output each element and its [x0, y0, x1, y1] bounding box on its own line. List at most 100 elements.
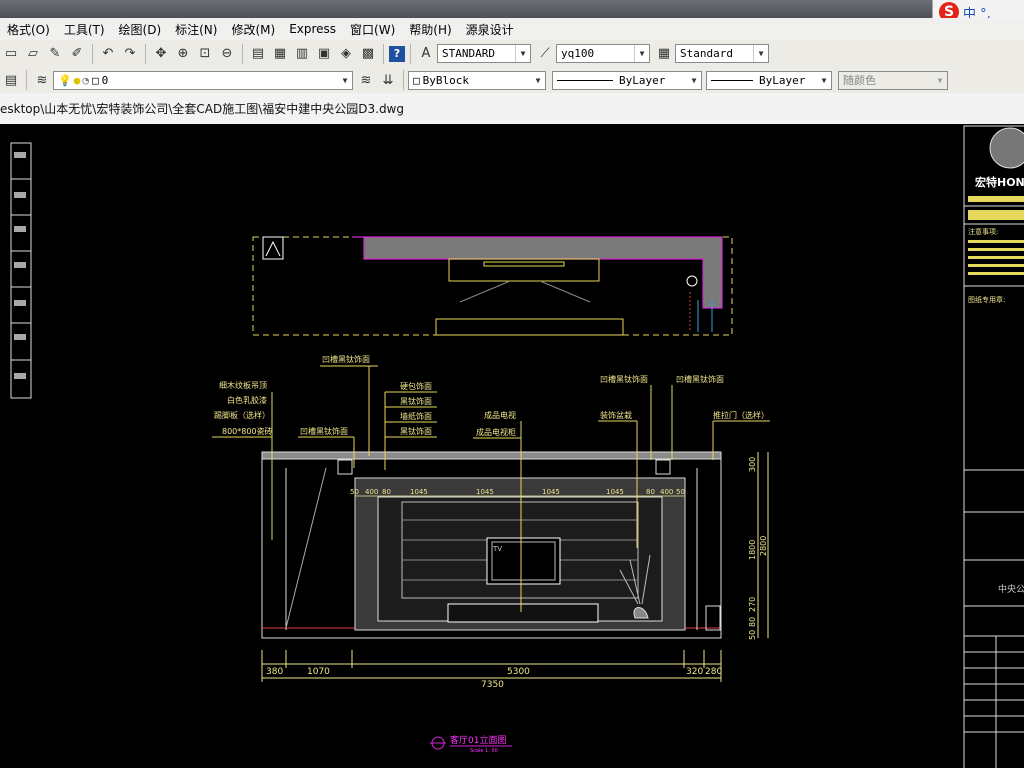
toolbar-separator [26, 70, 27, 90]
open-file-icon[interactable]: ▱ [23, 44, 43, 64]
color-value: ByBlock [422, 73, 469, 87]
properties-icon[interactable]: ▤ [248, 44, 268, 64]
make-current-icon[interactable]: ≋ [356, 70, 376, 90]
standard-toolbar: ▭ ▱ ✎ ✐ ↶ ↷ ✥ ⊕ ⊡ ⊖ ▤ ▦ ▥ ▣ ◈ ▩ ? A STAN… [0, 40, 1024, 68]
menu-yuanquan[interactable]: 源泉设计 [459, 21, 521, 38]
calculator-icon[interactable]: ▩ [358, 44, 378, 64]
title-block: 宏特HON 注意事项: 图纸专用章: 中央公 [963, 125, 1024, 768]
callout-top-center: 凹槽黑钛饰面 [322, 354, 370, 364]
text-style-select[interactable]: STANDARD ▼ [437, 44, 531, 63]
chevron-down-icon: ▼ [821, 75, 827, 85]
chevron-down-icon: ▼ [937, 75, 943, 85]
undo-icon[interactable]: ↶ [98, 44, 118, 64]
callout-decor: 装饰盆栽 [600, 410, 632, 420]
callout-latex: 白色乳胶漆 [227, 395, 267, 405]
layer-previous-icon[interactable]: ⇊ [378, 70, 398, 90]
table-style-select[interactable]: Standard ▼ [675, 44, 769, 63]
drawing-canvas[interactable]: TV 凹槽黑钛饰面 细木纹板吊顶 白色乳胶漆 踢脚板（选样） 800*800瓷砖… [0, 124, 1024, 768]
total-dim: 7350 [481, 680, 504, 690]
zoom-previous-icon[interactable]: ⊖ [217, 44, 237, 64]
inner-dim: 1045 [476, 488, 494, 496]
new-file-icon[interactable]: ▭ [1, 44, 21, 64]
redo-icon[interactable]: ↷ [120, 44, 140, 64]
bottom-dim: 280 [705, 667, 722, 677]
toolbar-separator [92, 43, 93, 64]
toolbar-separator [410, 43, 411, 64]
title-block-brand: 宏特HON [975, 175, 1024, 189]
inner-dim: 50 [350, 488, 359, 496]
right-dim: 50 [748, 630, 757, 640]
menu-format[interactable]: 格式(O) [0, 21, 57, 38]
tool-palette-icon[interactable]: ▥ [292, 44, 312, 64]
plot-style-value: 随颜色 [843, 74, 876, 87]
title-block-drawing-header: 图纸专用章: [968, 295, 1005, 304]
sheet-set-icon[interactable]: ▣ [314, 44, 334, 64]
text-style-icon[interactable]: A [416, 44, 436, 64]
color-swatch-icon: □ [413, 73, 420, 87]
drawing-scale: Scale 1: 50 [470, 748, 498, 754]
callout-groove-left: 凹槽黑钛饰面 [300, 426, 348, 436]
right-dim: 2800 [759, 536, 768, 556]
pan-icon[interactable]: ✥ [151, 44, 171, 64]
title-block-notes-header: 注意事项: [968, 227, 998, 236]
layer-name: 0 [101, 73, 109, 87]
inner-dim: 1045 [542, 488, 560, 496]
menu-tools[interactable]: 工具(T) [57, 21, 112, 38]
layer-select[interactable]: 💡 ● ◔ □ 0 ▼ [53, 70, 353, 90]
right-dim: 270 [748, 597, 757, 612]
elevation-view: TV [261, 451, 722, 639]
drawing-title-text: 客厅01立面图 [450, 734, 506, 746]
dim-style-select[interactable]: yq100 ▼ [556, 44, 650, 63]
dim-style-value: yq100 [561, 47, 595, 60]
callout-tile: 800*800瓷砖 [222, 426, 273, 436]
menu-draw[interactable]: 绘图(D) [112, 21, 169, 38]
inner-dim: 400 [660, 488, 673, 496]
drawing-title: 客厅01立面图 Scale 1: 50 [430, 734, 512, 754]
callout-ceiling: 细木纹板吊顶 [219, 380, 267, 390]
menu-help[interactable]: 帮助(H) [402, 21, 458, 38]
callout-labels: 凹槽黑钛饰面 细木纹板吊顶 白色乳胶漆 踢脚板（选样） 800*800瓷砖 凹槽… [214, 354, 769, 437]
callout-black-a: 黑钛饰面 [400, 396, 432, 406]
right-dimensions: 300 1800 2800 270 80 50 [748, 452, 769, 640]
lineweight-select[interactable]: ByLayer ▼ [706, 70, 832, 90]
tool-palette-strip [10, 142, 32, 399]
callout-tv: 成品电视 [484, 410, 516, 420]
zoom-window-icon[interactable]: ⊡ [195, 44, 215, 64]
tv-label: TV [492, 545, 502, 553]
inner-dim: 80 [382, 488, 391, 496]
layers-toolbar: ▤ ≋ 💡 ● ◔ □ 0 ▼ ≋ ⇊ □ ByBlock ▼ ByLayer ▼ B… [0, 67, 1024, 94]
menu-window[interactable]: 窗口(W) [343, 21, 402, 38]
layer-manager-icon[interactable]: ▤ [1, 70, 21, 90]
table-style-value: Standard [680, 47, 733, 60]
help-icon[interactable]: ? [389, 45, 405, 62]
toolbar-separator [383, 43, 384, 64]
menu-modify[interactable]: 修改(M) [224, 21, 282, 38]
table-style-icon[interactable]: ▦ [654, 44, 674, 64]
dim-style-icon[interactable]: ⟋ [535, 44, 555, 64]
markup-icon[interactable]: ◈ [336, 44, 356, 64]
lineweight-value: ByLayer [759, 73, 806, 87]
callout-baseboard: 踢脚板（选样） [214, 410, 270, 420]
color-select[interactable]: □ ByBlock ▼ [408, 70, 546, 90]
right-dim: 300 [748, 457, 757, 472]
layer-states-icon[interactable]: ≋ [32, 70, 52, 90]
menu-express[interactable]: Express [282, 22, 343, 36]
callout-sliding-door: 推拉门（选样） [713, 410, 769, 420]
file-path: esktop\山本无忧\宏特装饰公司\全套CAD施工图\福安中建中央公园D3.d… [0, 102, 404, 116]
bottom-dim: 380 [266, 667, 283, 677]
design-center-icon[interactable]: ▦ [270, 44, 290, 64]
zoom-realtime-icon[interactable]: ⊕ [173, 44, 193, 64]
chevron-down-icon: ▼ [515, 45, 530, 62]
toolbar-separator [242, 43, 243, 64]
linetype-select[interactable]: ByLayer ▼ [552, 70, 702, 90]
plot-style-select[interactable]: 随颜色 ▼ [838, 70, 948, 90]
match-properties-icon[interactable]: ✎ [45, 44, 65, 64]
chevron-down-icon: ▼ [535, 75, 541, 85]
callout-tv-cabinet: 成品电视柜 [476, 427, 516, 437]
callout-stone-b: 墙纸饰面 [400, 411, 432, 421]
bottom-dim: 5300 [507, 667, 530, 677]
toolbar-separator [403, 70, 404, 90]
brush-icon[interactable]: ✐ [67, 44, 87, 64]
inner-dim: 50 [676, 488, 685, 496]
menu-dimension[interactable]: 标注(N) [168, 21, 224, 38]
